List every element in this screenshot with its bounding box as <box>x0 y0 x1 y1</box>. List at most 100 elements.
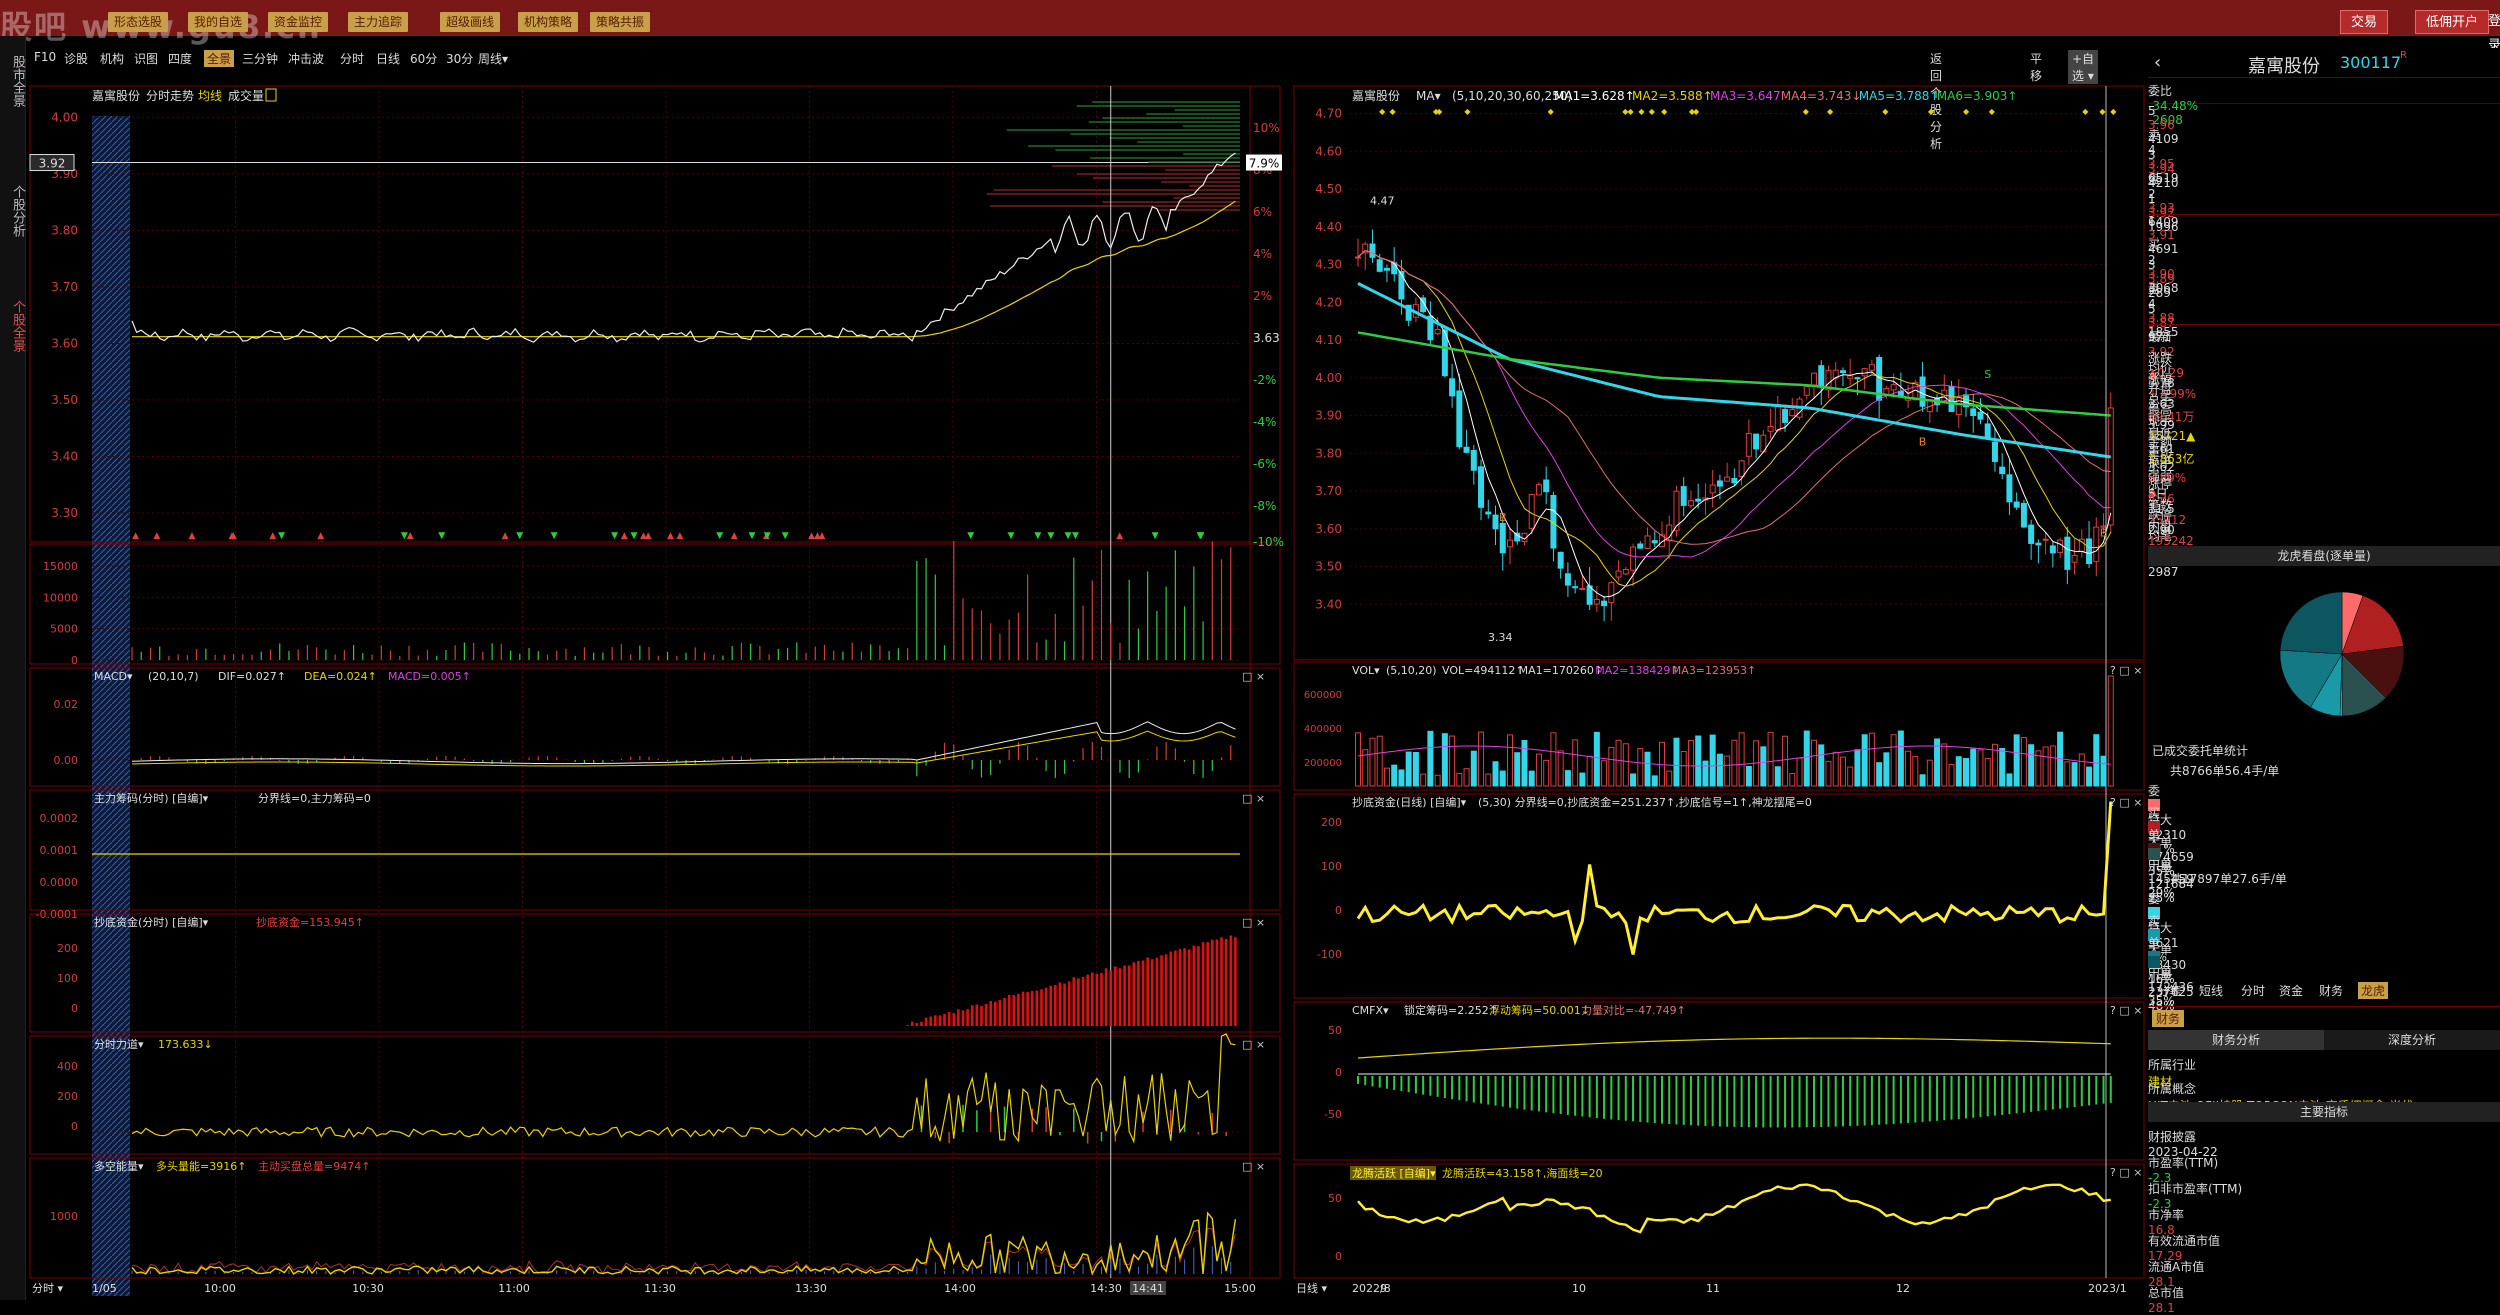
x-tick: 14:30 <box>1090 1282 1122 1295</box>
intraday-dropdown[interactable] <box>265 88 277 102</box>
toolbar-item-10[interactable]: 60分 <box>410 50 437 67</box>
candle <box>1709 484 1716 494</box>
candle <box>1383 267 1390 271</box>
macd-dif: DIF=0.027↑ <box>218 670 286 683</box>
main-chip-tick: 0.0001 <box>40 844 79 857</box>
candle <box>1485 511 1492 515</box>
signal-marker: ▲ <box>1116 531 1123 541</box>
quote-tab-0[interactable]: 分笔 <box>2154 982 2184 999</box>
toolbar-item-4[interactable]: 四度 <box>168 50 192 67</box>
candle <box>1774 403 1781 431</box>
wb-row: 委比 -34.48% -2608 <box>2148 82 2500 127</box>
vol-tick: 10000 <box>43 591 78 604</box>
candle <box>1608 582 1615 604</box>
cd-title: 抄底资金(日线) [自编]▾ <box>1352 795 1467 809</box>
ma-val-1: MA2=3.588↑ <box>1632 89 1713 103</box>
fin-sub-analysis[interactable]: 财务分析 <box>2148 1030 2324 1050</box>
candle <box>2020 502 2027 528</box>
vol-tick: 600000 <box>1304 690 1342 701</box>
top-menu-bar: 股吧 www.gu8.cn 形态选股我的自选资金监控主力追踪超级画线机构策略策略… <box>0 0 2500 53</box>
bid-row: 1 3.91 4691 <box>2148 214 2500 256</box>
menu-1[interactable]: 我的自选 <box>188 12 249 32</box>
toolbar-item-8[interactable]: 分时 <box>340 50 364 67</box>
quote-tab-2[interactable]: 分时 <box>2238 982 2268 999</box>
toolbar-item-5[interactable]: 全景 <box>204 50 235 67</box>
candle <box>1890 384 1897 391</box>
fin-sub-deep[interactable]: 深度分析 <box>2324 1030 2500 1050</box>
signal-marker: ▼ <box>516 531 523 541</box>
candle <box>1847 375 1854 379</box>
stat-row: 换手 6.89% 5日 11.5 <box>2148 454 2500 516</box>
back-icon[interactable]: ‹ <box>2154 52 2161 73</box>
svg-text:◆: ◆ <box>1963 107 1970 116</box>
quote-tab-1[interactable]: 短线 <box>2196 982 2226 999</box>
k-y-tick: 4.60 <box>1315 144 1342 158</box>
daily-panel: 嘉寓股份 MA▾ (5,10,20,30,60,250) MA1=3.628↑ MA2=… <box>1292 74 2146 1300</box>
toolbar-item-6[interactable]: 三分钟 <box>242 50 278 67</box>
fin-tab[interactable]: 财务 <box>2152 1010 2185 1027</box>
high-label: 4.47 <box>1370 194 1395 207</box>
panel-frame <box>29 789 1281 911</box>
panel-frame <box>29 1157 1281 1279</box>
pan-label-2: 盘 <box>2148 282 2161 296</box>
toolbar-item-7[interactable]: 冲击波 <box>288 50 324 67</box>
tab-stock-analysis[interactable]: 个股分析 <box>2 156 25 266</box>
quote-tab-4[interactable]: 财务 <box>2316 982 2346 999</box>
toolbar-item-12[interactable]: 周线▾ <box>478 50 508 67</box>
ma-val-0: MA1=3.628↑ <box>1554 89 1635 103</box>
y-tick-right: 2% <box>1253 289 1272 303</box>
cmfx-tick: 50 <box>1328 1024 1342 1037</box>
vol-val-1: MA1=170260↑ <box>1519 664 1603 677</box>
svg-text:◆: ◆ <box>2082 107 2089 116</box>
candle <box>1463 446 1470 453</box>
vol-tick: 400000 <box>1304 724 1342 735</box>
lt-line <box>1357 1183 2111 1234</box>
signal-marker: ▼ <box>551 531 558 541</box>
concept-label: 所属概念 <box>2148 1082 2197 1096</box>
force-tick: 0 <box>71 1120 78 1133</box>
ma-val-3: MA4=3.743↓ <box>1781 89 1862 103</box>
toolbar-item-0[interactable]: F10 <box>34 50 56 64</box>
topbar-btn-1[interactable]: 低佣开户 <box>2415 10 2490 34</box>
candle <box>1535 484 1542 496</box>
concept-row: 所属概念HJT电池,QFII持股,TOPCON电池,高质押概念,光伏 <box>2148 1080 2500 1102</box>
toolbar-item-3[interactable]: 识图 <box>134 50 158 67</box>
sell-side-label: 卖 <box>2148 128 2161 142</box>
deal-side: 买 <box>2148 806 2161 820</box>
intraday-chart-svg[interactable]: 4.003.903.803.703.603.503.403.3010%8%6%4… <box>28 74 1290 1300</box>
main-chip-tick: 0.0002 <box>40 812 79 825</box>
quote-tab-3[interactable]: 资金 <box>2276 982 2306 999</box>
macd-tick: 0.00 <box>54 754 79 767</box>
main-chip-vals: 分界线=0,主力筹码=0 <box>258 791 371 805</box>
daily-chart-svg[interactable]: 嘉寓股份 MA▾ (5,10,20,30,60,250)MA1=3.628↑MA2=… <box>1292 74 2146 1300</box>
candle <box>1507 539 1513 548</box>
signal-marker: ▼ <box>631 531 638 541</box>
fin-row: 总市值 28.1 <box>2148 1284 2500 1315</box>
candle <box>1861 368 1868 377</box>
x-axis-mode: 日线 ▾ <box>1296 1281 1327 1295</box>
toolbar-item-9[interactable]: 日线 <box>376 50 400 67</box>
menu-2[interactable]: 资金监控 <box>268 12 329 32</box>
tab-market-overview[interactable]: 股市全景 <box>2 46 25 116</box>
menu-3[interactable]: 主力追踪 <box>348 12 409 32</box>
vol-params: (5,10,20) <box>1386 664 1437 677</box>
menu-4[interactable]: 超级画线 <box>440 12 501 32</box>
menu-6[interactable]: 策略共振 <box>590 12 651 32</box>
quote-tab-5[interactable]: 龙虎 <box>2358 982 2389 999</box>
candle <box>1738 460 1745 477</box>
topbar-btn-0[interactable]: 交易 <box>2340 10 2389 34</box>
menu-0[interactable]: 形态选股 <box>108 12 169 32</box>
ma-val-5: MA6=3.903↑ <box>1937 89 2018 103</box>
topbar-btn-2[interactable]: 登录 <box>2486 10 2500 53</box>
menu-5[interactable]: 机构策略 <box>518 12 579 32</box>
signal-marker: ▼ <box>967 531 974 541</box>
toolbar-item-11[interactable]: 30分 <box>446 50 473 67</box>
toolbar-item-2[interactable]: 机构 <box>100 50 124 67</box>
toolbar-item-1[interactable]: 诊股 <box>64 50 88 67</box>
signal-marker: ▲ <box>269 531 276 541</box>
cd-tick: 0 <box>1335 904 1342 917</box>
tab-stock-overview[interactable]: 个股全景 <box>2 286 25 366</box>
macd-title: MACD▾ <box>94 670 133 683</box>
signal-marker: ▲ <box>502 531 509 541</box>
bottom-fund-val: 抄底资金=153.945↑ <box>256 915 364 929</box>
